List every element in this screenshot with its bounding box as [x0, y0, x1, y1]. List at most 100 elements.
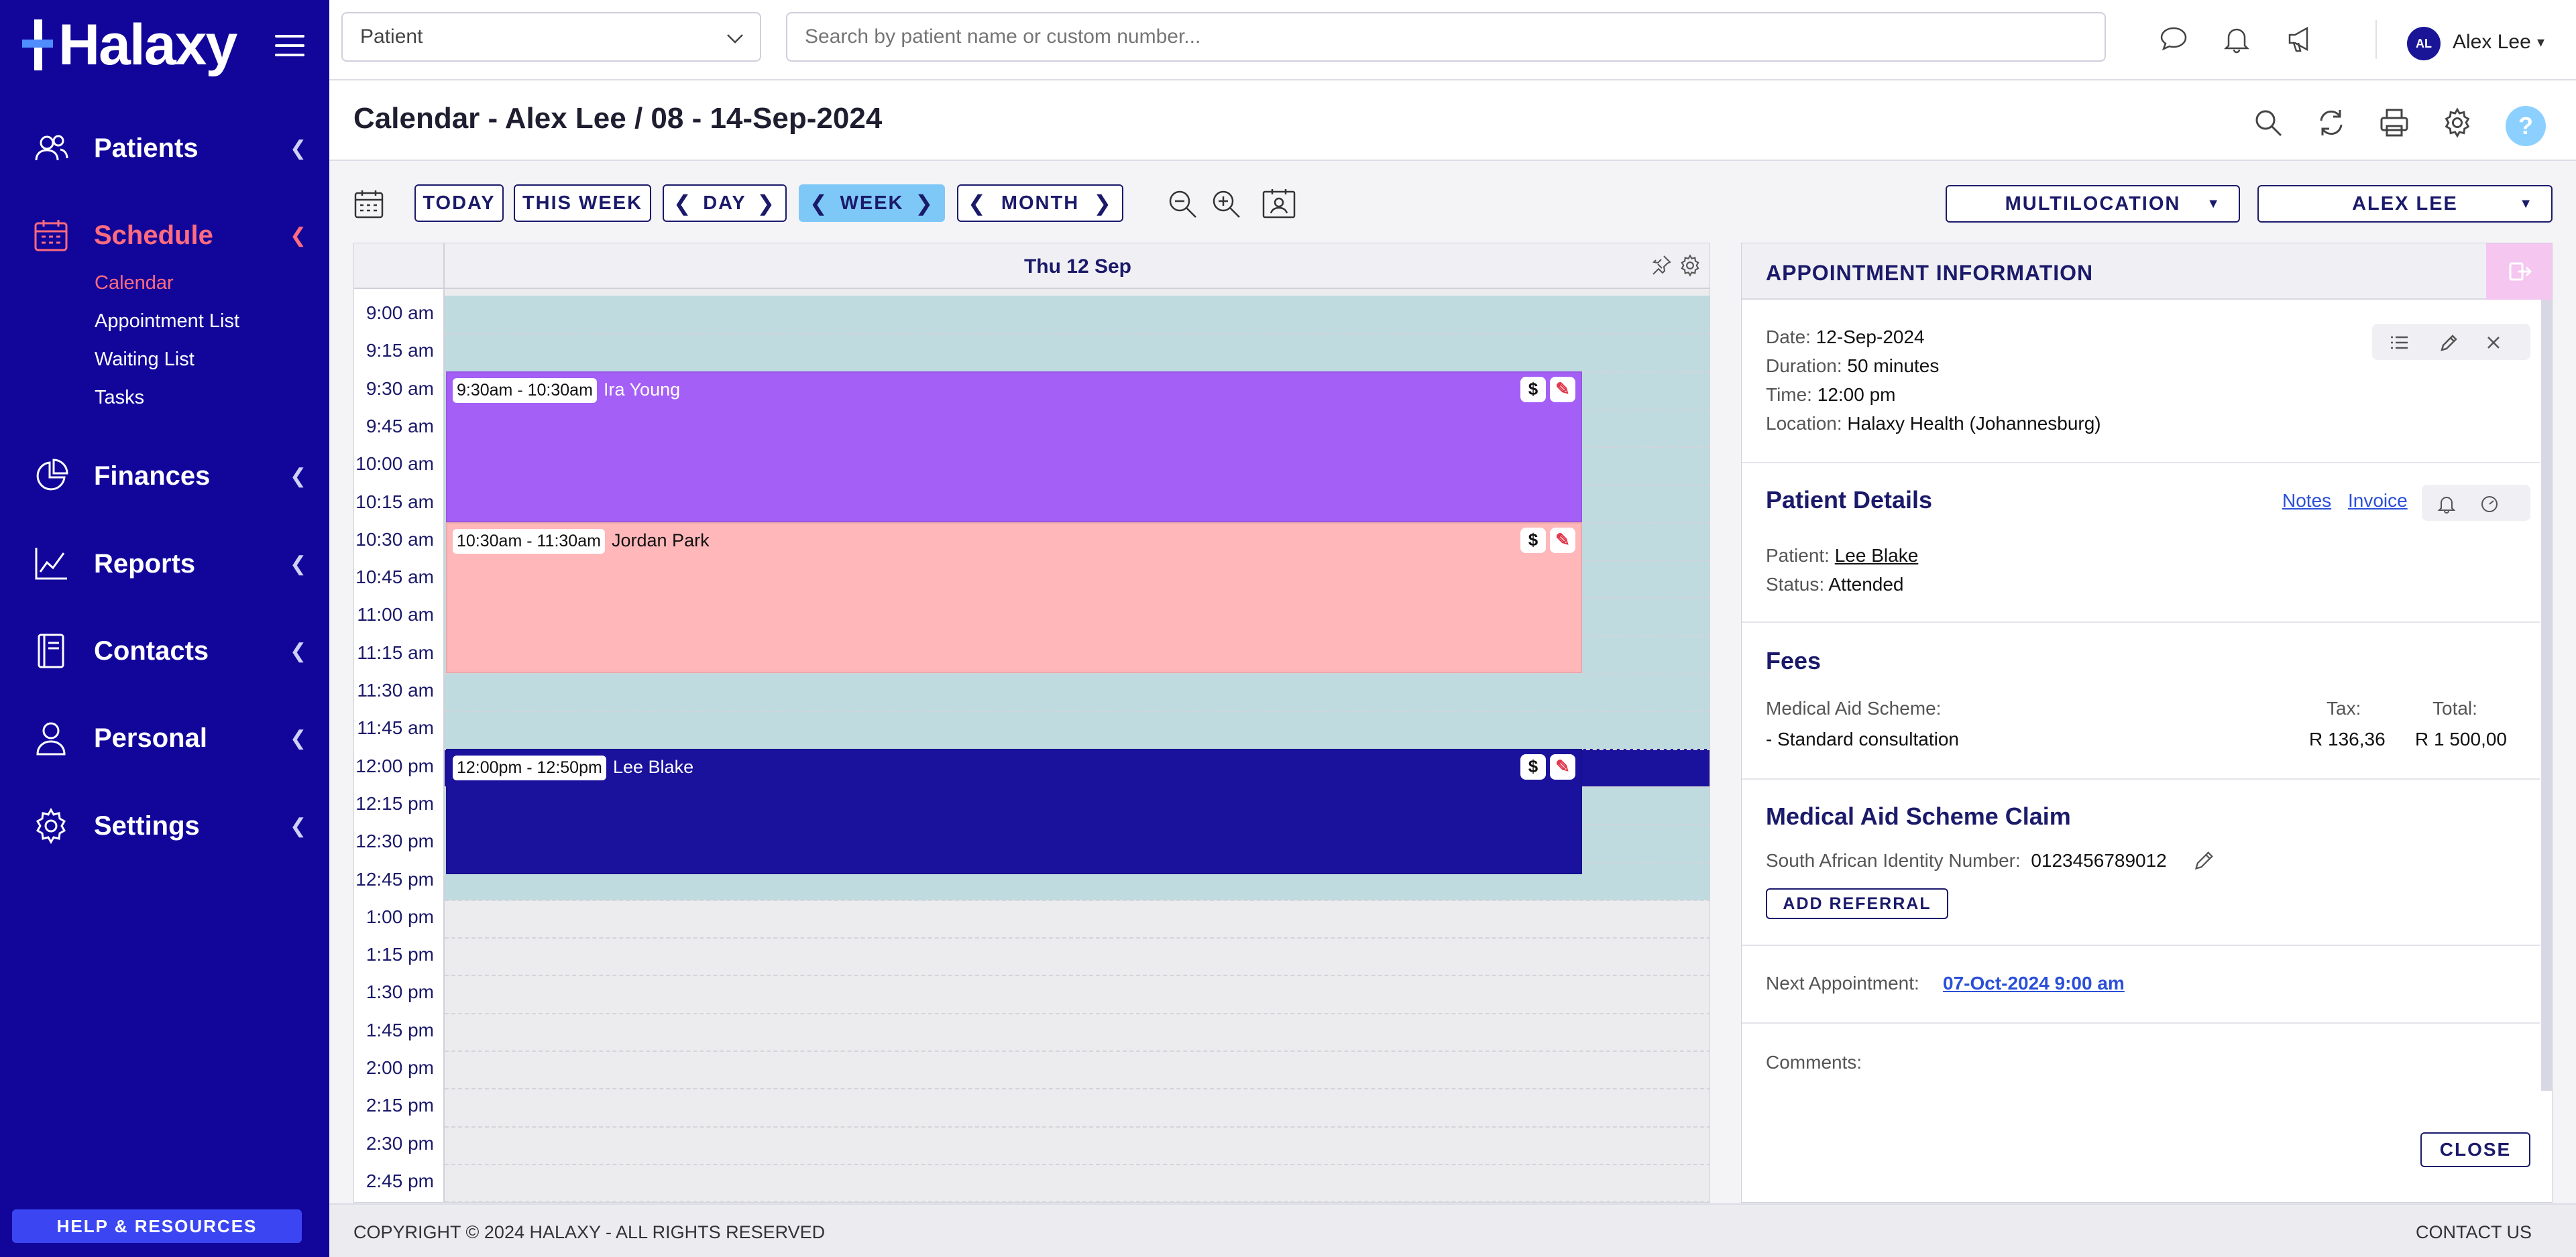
nav-settings[interactable]: Settings ❮	[0, 802, 329, 849]
refresh-icon[interactable]	[2316, 107, 2347, 138]
location-dropdown[interactable]: MULTILOCATION ▼	[1946, 185, 2240, 223]
claim-section: Medical Aid Scheme Claim South African I…	[1742, 780, 2540, 946]
search-icon[interactable]	[2253, 107, 2284, 138]
time-grid[interactable]: 9:30am - 10:30am Ira Young $ ✎ 10:30am - 11:…	[445, 289, 1710, 1202]
close-icon[interactable]	[2483, 333, 2504, 353]
this-week-button[interactable]: THIS WEEK	[514, 184, 651, 222]
appointment-block[interactable]: 12:00pm - 12:50pm Lee Blake $ ✎	[446, 748, 1582, 875]
pin-icon[interactable]	[1650, 254, 1672, 276]
nav-personal[interactable]: Personal ❮	[0, 715, 329, 762]
nav-schedule[interactable]: Schedule ❮	[0, 212, 329, 259]
appointment-block[interactable]: 9:30am - 10:30am Ira Young $ ✎	[446, 371, 1582, 522]
chat-icon[interactable]	[2159, 24, 2188, 54]
help-resources-button[interactable]: HELP & RESOURCES	[12, 1209, 302, 1243]
chevron-right-icon[interactable]: ❯	[915, 190, 934, 216]
time-label: 10:15 am	[355, 491, 434, 512]
practitioner-dropdown[interactable]: ALEX LEE ▼	[2257, 185, 2553, 223]
search-type-value: Patient	[360, 25, 423, 48]
help-icon[interactable]: ?	[2506, 106, 2546, 146]
scrollbar[interactable]	[2541, 300, 2552, 1091]
grid-line	[445, 899, 1710, 901]
exit-panel-button[interactable]	[2486, 243, 2552, 300]
day-view-button[interactable]: ❮ DAY ❯	[663, 184, 787, 222]
sub-calendar[interactable]: Calendar	[95, 272, 174, 294]
zoom-in-icon[interactable]	[1210, 188, 1242, 220]
close-button[interactable]: CLOSE	[2420, 1132, 2530, 1167]
chevron-right-icon[interactable]: ❯	[757, 190, 776, 216]
gauge-icon[interactable]	[2479, 493, 2500, 514]
appointment-time: 9:30am - 10:30am	[453, 377, 597, 403]
panel-header: APPOINTMENT INFORMATION	[1742, 243, 2552, 300]
date-picker-icon[interactable]	[353, 189, 384, 220]
comments-label: Comments:	[1766, 1052, 1862, 1073]
contact-us-link[interactable]: CONTACT US	[2416, 1222, 2532, 1243]
caret-down-icon: ▼	[2519, 196, 2534, 211]
footer: COPYRIGHT © 2024 HALAXY - ALL RIGHTS RES…	[329, 1203, 2576, 1257]
nav-contacts[interactable]: Contacts ❮	[0, 627, 329, 674]
pencil-icon[interactable]: ✎	[1550, 376, 1575, 402]
search-type-select[interactable]: Patient	[341, 12, 761, 62]
print-icon[interactable]	[2379, 107, 2410, 138]
avatar[interactable]: AL	[2407, 27, 2441, 60]
appointment-info-panel: APPOINTMENT INFORMATION Date: 12-Sep-202…	[1741, 243, 2553, 1203]
day-column-label[interactable]: Thu 12 Sep	[445, 255, 1710, 278]
page-header: Calendar - Alex Lee / 08 - 14-Sep-2024 ?	[329, 80, 2576, 161]
sub-appointment-list[interactable]: Appointment List	[95, 310, 239, 333]
user-menu[interactable]: Alex Lee	[2453, 31, 2531, 54]
logo-text: Halaxy	[58, 12, 237, 77]
nav-patients[interactable]: Patients ❮	[0, 125, 329, 172]
gear-icon[interactable]	[2442, 107, 2473, 138]
patient-search-input[interactable]	[786, 12, 2106, 62]
menu-toggle-icon[interactable]	[275, 35, 304, 58]
chevron-right-icon[interactable]: ❯	[1093, 190, 1113, 216]
next-appointment-link[interactable]: 07-Oct-2024 9:00 am	[1943, 973, 2125, 994]
panel-title: APPOINTMENT INFORMATION	[1766, 261, 2094, 285]
chevron-left-icon[interactable]: ❮	[809, 190, 829, 216]
notes-link[interactable]: Notes	[2282, 490, 2331, 512]
sidebar: Halaxy Patients ❮ Schedule ❮ Calendar Ap…	[0, 0, 329, 1257]
gear-icon[interactable]	[1679, 254, 1701, 277]
contact-card-icon[interactable]	[1262, 188, 1296, 220]
halaxy-logo[interactable]: Halaxy	[22, 12, 237, 77]
today-button[interactable]: TODAY	[414, 184, 504, 222]
sub-tasks[interactable]: Tasks	[95, 387, 144, 409]
edit-icon[interactable]	[2439, 333, 2459, 353]
grid-line	[445, 333, 1710, 335]
week-view-button[interactable]: ❮ WEEK ❯	[799, 184, 945, 222]
fee-tax: R 136,36	[2309, 729, 2386, 750]
next-appointment-section: Next Appointment: 07-Oct-2024 9:00 am	[1742, 946, 2540, 1024]
pencil-icon[interactable]: ✎	[1550, 754, 1575, 780]
fees-section: Fees Medical Aid Scheme: Tax: Total: - S…	[1742, 623, 2540, 780]
dollar-icon[interactable]: $	[1520, 527, 1546, 553]
megaphone-icon[interactable]	[2286, 24, 2315, 54]
bell-icon[interactable]	[2222, 24, 2251, 54]
chevron-left-icon[interactable]: ❮	[673, 190, 693, 216]
bell-icon[interactable]	[2437, 493, 2457, 514]
chevron-left-icon: ❮	[290, 640, 307, 662]
caret-down-icon[interactable]: ▾	[2537, 34, 2544, 51]
dollar-icon[interactable]: $	[1520, 754, 1546, 780]
month-view-button[interactable]: ❮ MONTH ❯	[957, 184, 1123, 222]
list-icon[interactable]	[2390, 333, 2410, 353]
calendar-icon	[34, 220, 68, 251]
nav-reports[interactable]: Reports ❮	[0, 540, 329, 587]
zoom-out-icon[interactable]	[1166, 188, 1198, 220]
appointment-block[interactable]: 10:30am - 11:30am Jordan Park $ ✎	[446, 522, 1582, 673]
time-label: 9:30 am	[366, 377, 434, 399]
address-book-icon	[38, 634, 64, 668]
sub-waiting-list[interactable]: Waiting List	[95, 349, 194, 371]
dollar-icon[interactable]: $	[1520, 376, 1546, 402]
appointment-patient: Jordan Park	[612, 530, 710, 550]
pencil-icon[interactable]: ✎	[1550, 527, 1575, 553]
patient-link[interactable]: Lee Blake	[1835, 545, 1919, 566]
tax-label: Tax:	[2327, 698, 2361, 719]
add-referral-button[interactable]: ADD REFERRAL	[1766, 888, 1948, 919]
time-label: 2:45 pm	[366, 1170, 434, 1191]
chevron-left-icon[interactable]: ❮	[968, 190, 987, 216]
grid-line	[445, 1201, 1710, 1202]
grid-line	[445, 1126, 1710, 1128]
nav-finances[interactable]: Finances ❮	[0, 453, 329, 499]
invoice-link[interactable]: Invoice	[2348, 490, 2408, 512]
edit-icon[interactable]	[2193, 849, 2216, 872]
chevron-left-icon: ❮	[290, 224, 307, 247]
